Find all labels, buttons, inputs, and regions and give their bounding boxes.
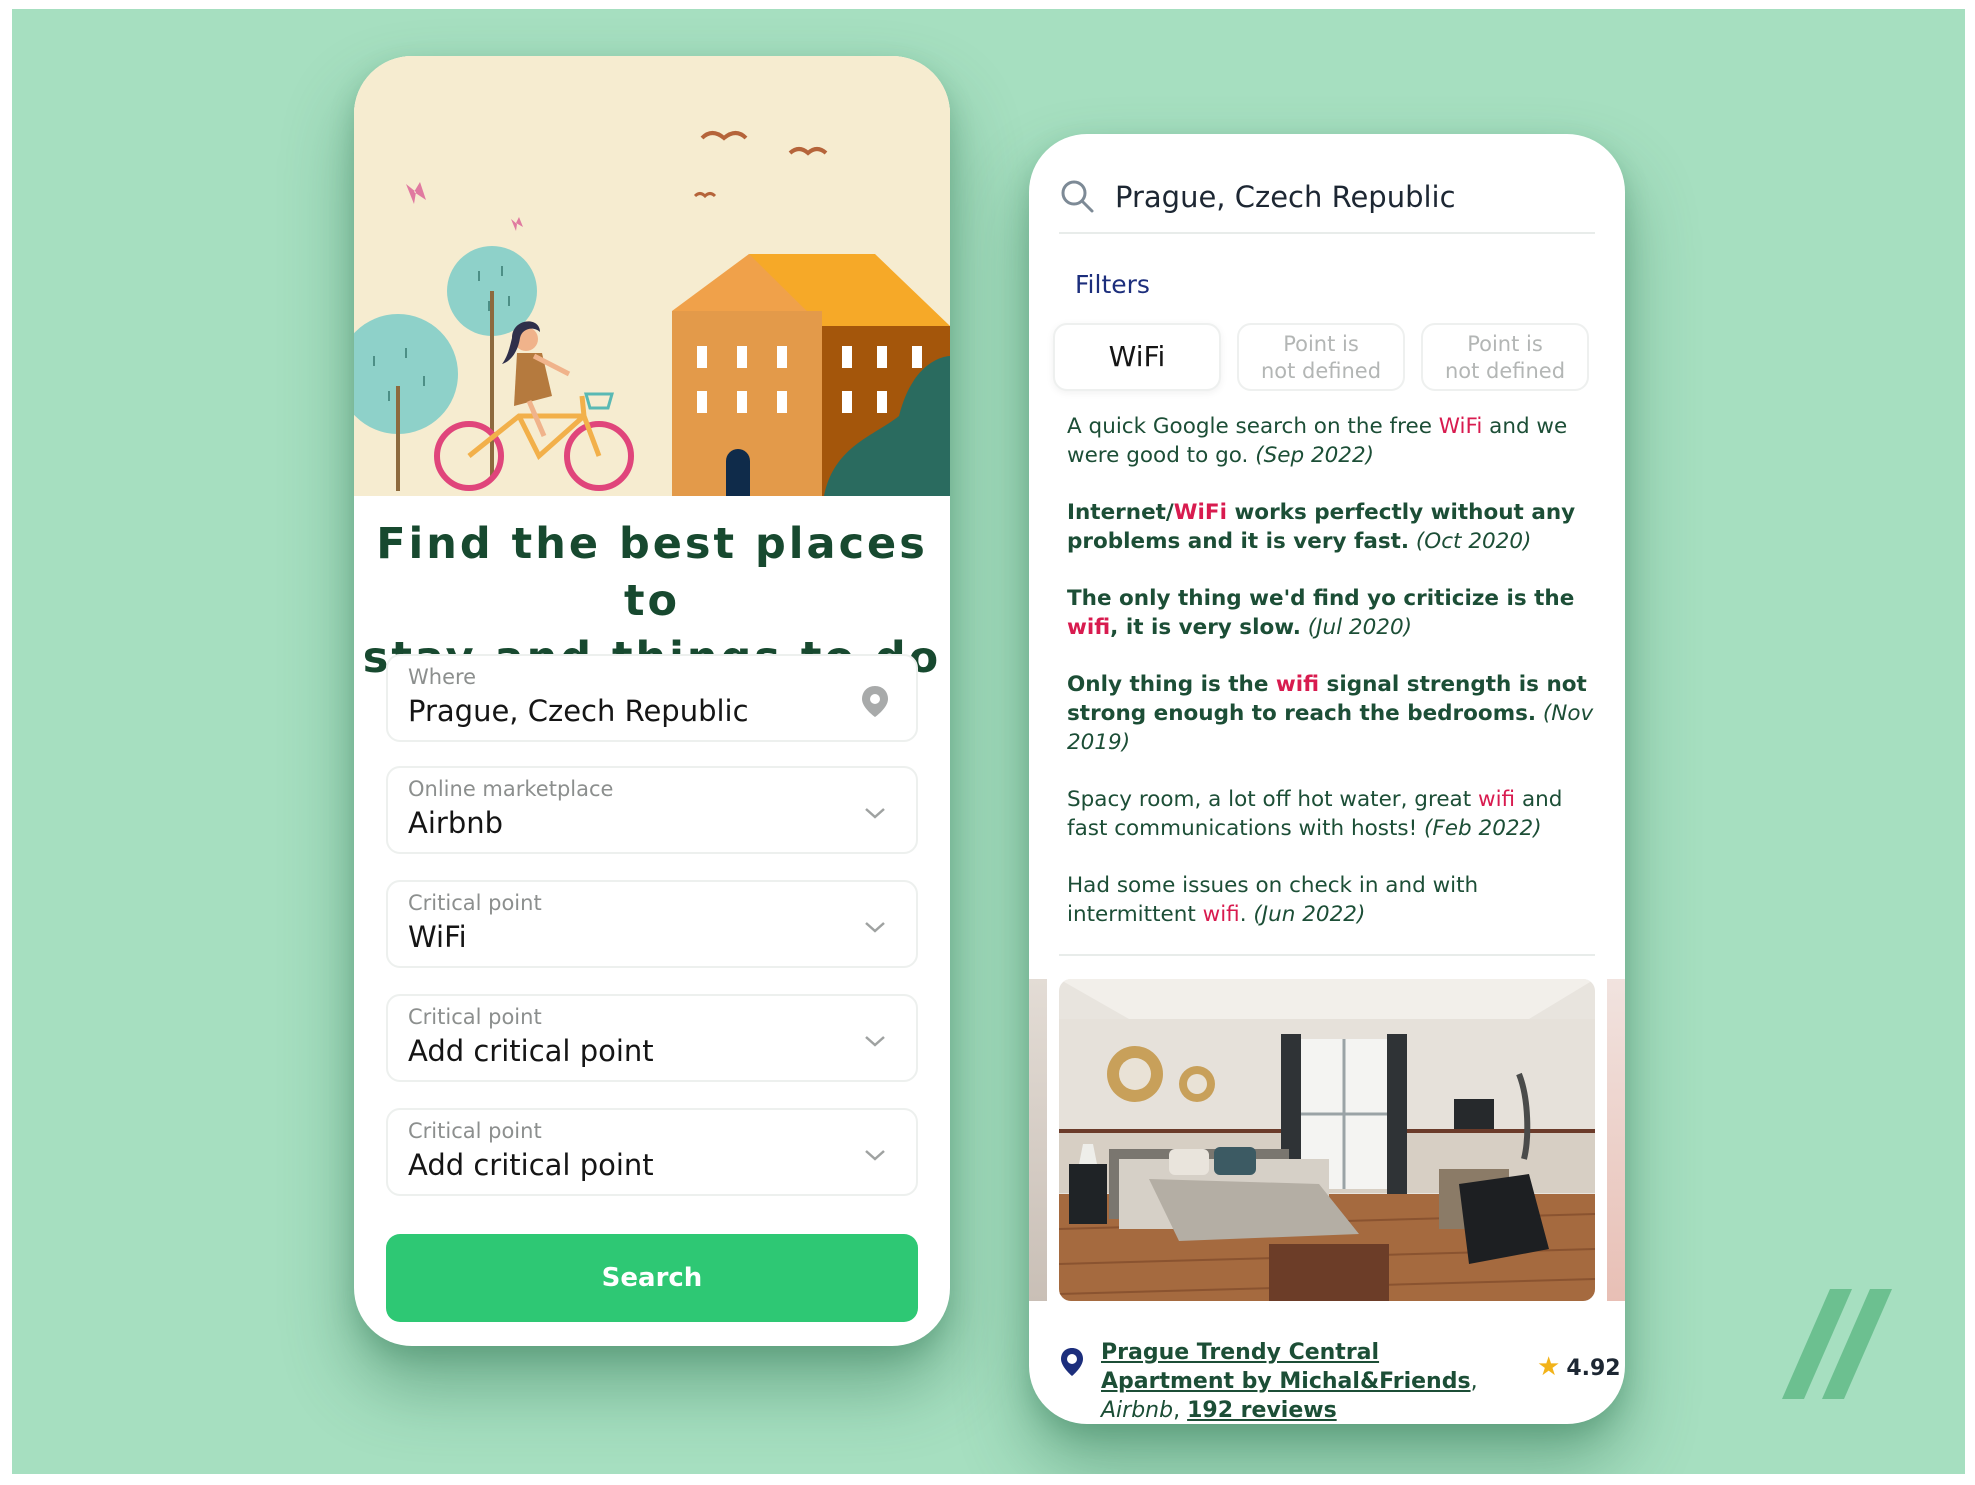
critical-point-select-1[interactable]: Critical point WiFi	[386, 880, 918, 968]
critical-point-select-1-label: Critical point	[408, 891, 542, 915]
filter-chip-wifi-label: WiFi	[1108, 340, 1166, 373]
previous-photo-peek[interactable]	[1029, 979, 1047, 1301]
critical-point-select-3-label: Critical point	[408, 1119, 542, 1143]
filter-chip-undefined-2-line1: Point is	[1467, 332, 1543, 356]
search-button[interactable]: Search	[386, 1234, 918, 1322]
search-icon	[1061, 180, 1094, 213]
critical-point-select-3-value: Add critical point	[408, 1148, 654, 1182]
critical-point-select-3[interactable]: Critical point Add critical point	[386, 1108, 918, 1196]
hero-illustration	[354, 56, 950, 496]
chevron-down-icon	[865, 922, 885, 933]
results-screen: Prague, Czech Republic Filters WiFi Poin…	[1029, 134, 1625, 1424]
review-item: A quick Google search on the free WiFi a…	[1067, 414, 1568, 468]
hero-illustration-svg	[354, 56, 950, 496]
listing-photo-image	[1059, 979, 1595, 1301]
where-field-label: Where	[408, 665, 477, 689]
location-pin-icon	[862, 686, 888, 717]
listing-reviews-link[interactable]: 192 reviews	[1187, 1398, 1337, 1423]
marketplace-select[interactable]: Online marketplace Airbnb	[386, 766, 918, 854]
divider	[1059, 954, 1595, 956]
location-pin-icon	[1061, 1348, 1083, 1376]
next-photo-peek[interactable]	[1607, 979, 1625, 1301]
filter-chip-undefined-1-line1: Point is	[1283, 332, 1359, 356]
critical-point-select-2[interactable]: Critical point Add critical point	[386, 994, 918, 1082]
search-bar[interactable]: Prague, Czech Republic	[1059, 172, 1595, 234]
listing-title-link[interactable]: Prague Trendy Central Apartment by Micha…	[1101, 1340, 1471, 1394]
listing-marketplace: Airbnb	[1101, 1398, 1174, 1423]
background-canvas: Find the best places to stay and things …	[12, 9, 1965, 1474]
marketplace-select-value: Airbnb	[408, 806, 504, 840]
critical-point-select-2-value: Add critical point	[408, 1034, 654, 1068]
chevron-down-icon	[865, 1036, 885, 1047]
rating-badge: ★ 4.92	[1537, 1352, 1621, 1382]
listing-info: Prague Trendy Central Apartment by Micha…	[1101, 1340, 1478, 1423]
filter-chip-undefined-2[interactable]: Point is not defined	[1421, 323, 1589, 391]
filter-chip-undefined-1[interactable]: Point is not defined	[1237, 323, 1405, 391]
chevron-down-icon	[865, 808, 885, 819]
review-item: Had some issues on check in and with int…	[1067, 873, 1479, 927]
review-list: A quick Google search on the free WiFi a…	[1067, 412, 1607, 957]
search-form-screen: Find the best places to stay and things …	[354, 56, 950, 1346]
where-field-value: Prague, Czech Republic	[408, 694, 749, 728]
page-title-line1: Find the best places to	[376, 519, 928, 626]
filter-chip-undefined-2-line2: not defined	[1444, 359, 1566, 383]
review-item: Internet/WiFi works perfectly without an…	[1067, 500, 1576, 554]
filter-chip-undefined-1-line2: not defined	[1260, 359, 1382, 383]
marketplace-select-label: Online marketplace	[408, 777, 614, 801]
review-item: Spacy room, a lot off hot water, great w…	[1067, 787, 1563, 841]
star-icon: ★	[1537, 1352, 1561, 1382]
review-item: The only thing we'd find yo criticize is…	[1067, 586, 1575, 640]
critical-point-select-2-label: Critical point	[408, 1005, 542, 1029]
chevron-down-icon	[865, 1150, 885, 1161]
where-field[interactable]: Where Prague, Czech Republic	[386, 654, 918, 742]
search-input[interactable]: Prague, Czech Republic	[1115, 180, 1456, 214]
filter-chip-wifi[interactable]: WiFi	[1053, 323, 1221, 391]
review-item: Only thing is the wifi signal strength i…	[1067, 672, 1594, 755]
brand-logo	[1782, 1289, 1892, 1399]
rating-value: 4.92	[1566, 1356, 1621, 1381]
listing-photo[interactable]	[1059, 979, 1595, 1301]
critical-point-select-1-value: WiFi	[408, 920, 467, 954]
filters-title: Filters	[1075, 270, 1150, 299]
